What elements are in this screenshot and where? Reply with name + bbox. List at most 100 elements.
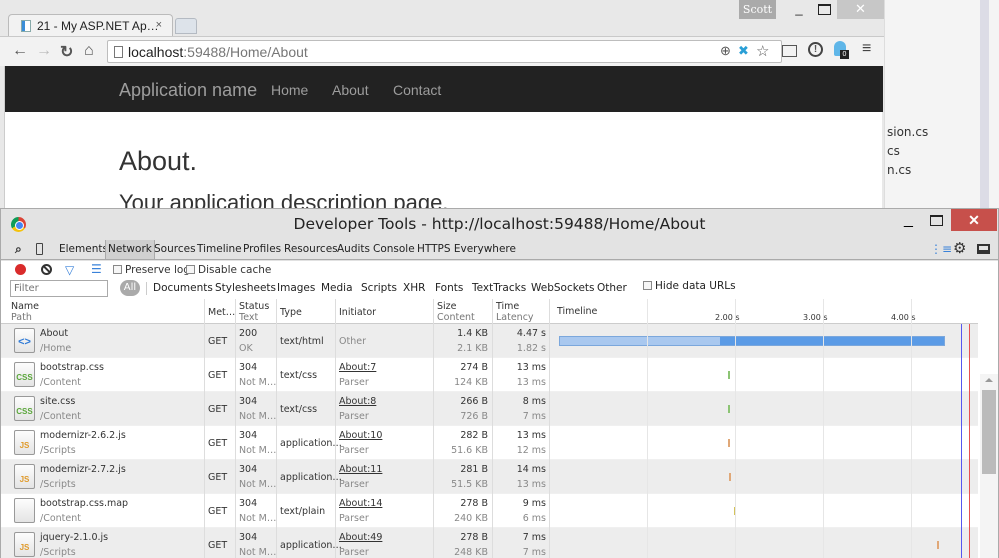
filter-documents[interactable]: Documents <box>153 282 213 294</box>
initiator-link[interactable]: About:7 <box>339 361 376 374</box>
user-profile-badge[interactable]: Scott <box>739 0 776 19</box>
initiator-link[interactable]: About:11 <box>339 463 382 476</box>
request-row[interactable]: JS modernizr-2.7.2.js/Scripts GET 304 Not M…… <box>1 460 978 494</box>
devtools-close-button[interactable]: ✕ <box>951 209 997 231</box>
file-item[interactable]: n.cs <box>887 163 911 177</box>
address-bar[interactable]: localhost:59488/Home/About ⊕ ✖ ☆ <box>107 40 782 63</box>
filter-other[interactable]: Other <box>597 282 627 294</box>
filter-texttracks[interactable]: TextTracks <box>472 282 526 294</box>
inspect-search-icon[interactable]: ⌕ <box>15 242 22 257</box>
column-divider[interactable] <box>276 299 277 558</box>
disable-cache-checkbox[interactable]: Disable cache <box>186 264 271 276</box>
filter-websockets[interactable]: WebSockets <box>531 282 595 294</box>
request-row[interactable]: JS jquery-2.1.0.js/Scripts GET 304 Not M… app… <box>1 528 978 558</box>
request-row[interactable]: <> About/Home GET 200 OK text/html Other 1.4 KB… <box>1 324 978 358</box>
column-timeline[interactable]: Timeline <box>557 306 597 317</box>
column-type[interactable]: Type <box>280 307 302 318</box>
extension-icon[interactable]: ✖ <box>738 43 749 59</box>
preserve-log-checkbox[interactable]: Preserve log <box>113 264 190 276</box>
nav-link-about[interactable]: About <box>332 82 369 98</box>
page-info-icon[interactable] <box>114 46 123 58</box>
settings-gear-icon[interactable]: ⚙ <box>953 239 966 257</box>
column-status[interactable]: Status Text <box>239 301 269 323</box>
request-row[interactable]: JS modernizr-2.6.2.js/Scripts GET 304 Not M…… <box>1 426 978 460</box>
browser-tab[interactable]: 21 - My ASP.NET Ap… × <box>8 14 173 36</box>
initiator-link[interactable]: About:8 <box>339 395 376 408</box>
initiator-link[interactable]: About:49 <box>339 531 382 544</box>
filter-stylesheets[interactable]: Stylesheets <box>215 282 276 294</box>
filter-fonts[interactable]: Fonts <box>435 282 463 294</box>
column-divider[interactable] <box>204 299 205 558</box>
large-rows-icon[interactable]: ☰ <box>91 262 102 276</box>
file-item[interactable]: cs <box>887 144 900 158</box>
close-tab-icon[interactable]: × <box>156 19 162 31</box>
tab-https-everywhere[interactable]: HTTPS Everywhere <box>417 243 516 255</box>
cast-icon[interactable] <box>782 45 797 57</box>
clear-icon[interactable] <box>41 264 52 275</box>
maximize-button[interactable] <box>812 0 836 19</box>
menu-icon[interactable]: ≡ <box>862 40 871 58</box>
tab-elements[interactable]: Elements <box>59 243 108 255</box>
initiator-link[interactable]: About:10 <box>339 429 382 442</box>
hide-data-urls-checkbox[interactable]: Hide data URLs <box>643 280 736 292</box>
new-tab-button[interactable] <box>175 18 197 34</box>
close-window-button[interactable]: ✕ <box>837 0 884 19</box>
waterfall-bar[interactable] <box>937 541 940 549</box>
zoom-icon[interactable]: ⊕ <box>720 43 731 59</box>
minimize-button[interactable]: _ <box>786 0 812 19</box>
initiator-link[interactable]: About:14 <box>339 497 382 510</box>
filter-images[interactable]: Images <box>277 282 315 294</box>
console-drawer-icon[interactable]: ⋮≡ <box>930 242 952 256</box>
back-icon[interactable]: ← <box>12 42 28 60</box>
tab-console[interactable]: Console <box>373 243 415 255</box>
tab-resources[interactable]: Resources <box>284 243 338 255</box>
tab-profiles[interactable]: Profiles <box>243 243 281 255</box>
waterfall-bar[interactable] <box>559 336 946 346</box>
request-row[interactable]: bootstrap.css.map/Content GET 304 Not M… tex… <box>1 494 978 528</box>
table-scrollbar[interactable] <box>980 374 998 558</box>
waterfall-bar[interactable] <box>727 439 730 447</box>
filter-all-button[interactable]: All <box>120 280 140 296</box>
record-button[interactable] <box>15 264 26 275</box>
bookmark-star-icon[interactable]: ☆ <box>756 42 769 60</box>
filter-icon[interactable]: ▽ <box>65 263 74 277</box>
file-item[interactable]: sion.cs <box>887 125 928 139</box>
filter-scripts[interactable]: Scripts <box>361 282 397 294</box>
waterfall-bar[interactable] <box>727 405 730 413</box>
column-divider[interactable] <box>492 299 493 558</box>
waterfall-bar[interactable] <box>728 473 731 481</box>
request-row[interactable]: CSS site.css/Content GET 304 Not M… text/css A… <box>1 392 978 426</box>
column-divider[interactable] <box>335 299 336 558</box>
column-method[interactable]: Met… <box>208 307 235 318</box>
nav-link-home[interactable]: Home <box>271 82 308 98</box>
column-divider[interactable] <box>549 299 550 558</box>
forward-icon[interactable]: → <box>36 42 52 60</box>
column-divider[interactable] <box>235 299 236 558</box>
request-row[interactable]: CSS bootstrap.css/Content GET 304 Not M… text… <box>1 358 978 392</box>
device-mode-icon[interactable] <box>36 243 43 255</box>
scroll-thumb[interactable] <box>982 390 996 474</box>
ghostery-icon[interactable]: 0 <box>834 41 849 59</box>
devtools-minimize-button[interactable]: _ <box>904 211 913 229</box>
column-name[interactable]: Name Path <box>11 301 39 323</box>
scroll-up-icon[interactable] <box>985 378 993 382</box>
devtools-maximize-button[interactable] <box>930 215 943 226</box>
brand-link[interactable]: Application name <box>119 80 257 101</box>
column-initiator[interactable]: Initiator <box>339 307 376 318</box>
column-time[interactable]: Time Latency <box>496 301 534 323</box>
nav-link-contact[interactable]: Contact <box>393 82 441 98</box>
dock-side-icon[interactable] <box>977 244 990 254</box>
reload-icon[interactable]: ↻ <box>60 42 73 62</box>
info-extension-icon[interactable]: ! <box>808 42 823 57</box>
tab-sources[interactable]: Sources <box>154 243 196 255</box>
tab-timeline[interactable]: Timeline <box>197 243 242 255</box>
filter-xhr[interactable]: XHR <box>403 282 425 294</box>
tab-network[interactable]: Network <box>105 240 155 259</box>
tab-audits[interactable]: Audits <box>337 243 370 255</box>
column-divider[interactable] <box>433 299 434 558</box>
column-size[interactable]: Size Content <box>437 301 475 323</box>
filter-media[interactable]: Media <box>321 282 353 294</box>
home-icon[interactable]: ⌂ <box>84 42 94 60</box>
filter-input[interactable] <box>10 280 108 297</box>
waterfall-bar[interactable] <box>727 371 730 379</box>
